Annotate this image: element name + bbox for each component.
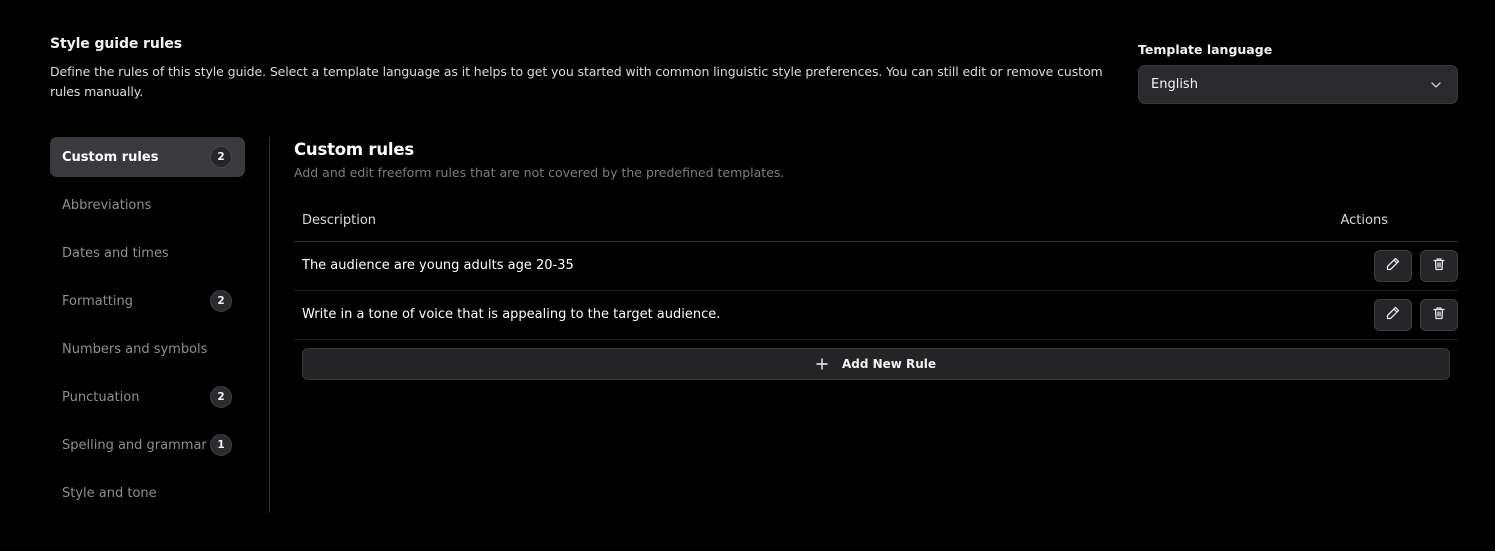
page-title: Style guide rules (50, 36, 183, 52)
column-header-actions: Actions (1340, 213, 1389, 228)
section-subtitle: Add and edit freeform rules that are not… (294, 165, 785, 180)
table-row: The audience are young adults age 20-35 (294, 242, 1458, 291)
vertical-divider (269, 137, 270, 513)
sidebar-item-custom-rules[interactable]: Custom rules 2 (50, 137, 245, 177)
pencil-icon (1385, 305, 1401, 325)
table-row: Write in a tone of voice that is appeali… (294, 291, 1458, 340)
sidebar-item-label: Custom rules (62, 149, 159, 165)
sidebar-item-label: Formatting (62, 293, 134, 309)
sidebar-item-punctuation[interactable]: Punctuation 2 (50, 377, 245, 417)
row-actions (1374, 299, 1458, 331)
trash-icon (1431, 256, 1447, 276)
count-badge: 2 (210, 290, 232, 312)
trash-icon (1431, 305, 1447, 325)
custom-rules-panel: Custom rules Add and edit freeform rules… (294, 140, 1458, 380)
section-title: Custom rules (294, 140, 414, 159)
edit-rule-button[interactable] (1374, 299, 1412, 331)
sidebar-item-label: Punctuation (62, 389, 140, 405)
sidebar-item-spelling-and-grammar[interactable]: Spelling and grammar 1 (50, 425, 245, 465)
chevron-down-icon (1429, 78, 1443, 92)
sidebar-item-label: Numbers and symbols (62, 341, 208, 357)
add-new-rule-button[interactable]: Add New Rule (302, 348, 1450, 380)
add-new-rule-label: Add New Rule (841, 357, 937, 371)
template-language-label: Template language (1138, 42, 1273, 57)
rule-description: The audience are young adults age 20-35 (302, 258, 574, 273)
sidebar-item-label: Dates and times (62, 245, 169, 261)
sidebar-item-formatting[interactable]: Formatting 2 (50, 281, 245, 321)
template-language-value: English (1151, 77, 1198, 92)
rule-description: Write in a tone of voice that is appeali… (302, 307, 721, 322)
template-language-section: Template language English (1138, 42, 1458, 104)
sidebar-item-abbreviations[interactable]: Abbreviations (50, 185, 245, 225)
column-header-description: Description (302, 213, 377, 228)
table-header: Description Actions (294, 210, 1458, 242)
sidebar-item-label: Abbreviations (62, 197, 152, 213)
plus-icon (816, 358, 828, 370)
delete-rule-button[interactable] (1420, 299, 1458, 331)
sidebar-item-style-and-tone[interactable]: Style and tone (50, 473, 245, 513)
rules-category-nav: Custom rules 2 Abbreviations Dates and t… (50, 137, 245, 521)
row-actions (1374, 250, 1458, 282)
page-header: Style guide rules Define the rules of th… (50, 36, 1125, 102)
sidebar-item-label: Spelling and grammar (62, 437, 207, 453)
page-description: Define the rules of this style guide. Se… (50, 64, 1103, 99)
count-badge: 2 (210, 146, 232, 168)
sidebar-item-numbers-and-symbols[interactable]: Numbers and symbols (50, 329, 245, 369)
template-language-select[interactable]: English (1138, 65, 1458, 104)
pencil-icon (1385, 256, 1401, 276)
delete-rule-button[interactable] (1420, 250, 1458, 282)
edit-rule-button[interactable] (1374, 250, 1412, 282)
count-badge: 1 (210, 434, 232, 456)
count-badge: 2 (210, 386, 232, 408)
sidebar-item-dates-and-times[interactable]: Dates and times (50, 233, 245, 273)
sidebar-item-label: Style and tone (62, 485, 157, 501)
